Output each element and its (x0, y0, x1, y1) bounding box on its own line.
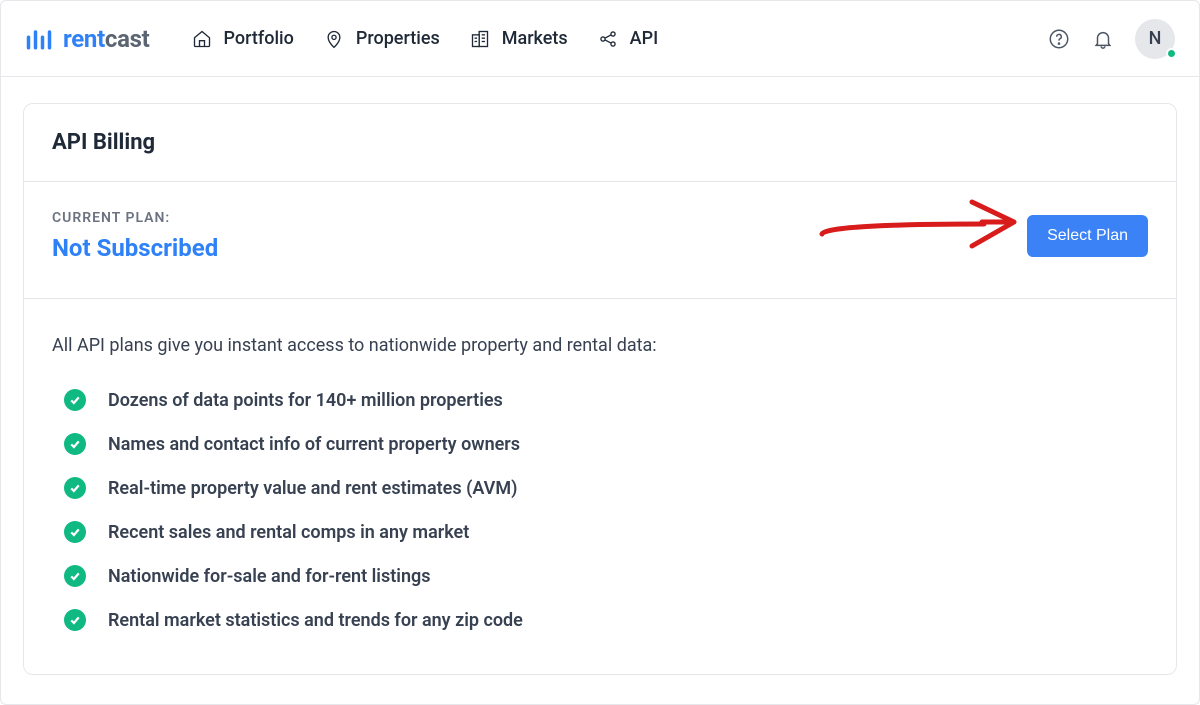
home-icon (192, 29, 212, 49)
feature-text: Dozens of data points for 140+ million p… (108, 390, 503, 411)
feature-list: Dozens of data points for 140+ million p… (24, 378, 1176, 674)
card-title: API Billing (24, 104, 1176, 182)
main-nav: Portfolio Properties Markets API (192, 28, 659, 49)
arrow-annotation-icon (814, 192, 1029, 257)
header-right: N (1047, 19, 1175, 59)
share-icon (598, 29, 618, 49)
feature-text: Rental market statistics and trends for … (108, 610, 523, 631)
nav-api-label: API (630, 28, 659, 49)
list-item: Names and contact info of current proper… (64, 422, 1148, 466)
list-item: Recent sales and rental comps in any mar… (64, 510, 1148, 554)
bell-icon (1092, 28, 1114, 50)
nav-properties[interactable]: Properties (324, 28, 440, 49)
notifications-button[interactable] (1091, 27, 1115, 51)
nav-markets[interactable]: Markets (470, 28, 568, 49)
plan-section: CURRENT PLAN: Not Subscribed Select Plan (24, 182, 1176, 299)
plan-label: CURRENT PLAN: (52, 210, 218, 226)
nav-api[interactable]: API (598, 28, 659, 49)
header: rentcast Portfolio Properties Markets AP… (1, 1, 1199, 77)
check-icon (64, 389, 86, 411)
feature-text: Recent sales and rental comps in any mar… (108, 522, 469, 543)
intro-text: All API plans give you instant access to… (24, 299, 1176, 378)
plan-info: CURRENT PLAN: Not Subscribed (52, 210, 218, 262)
list-item: Dozens of data points for 140+ million p… (64, 378, 1148, 422)
logo[interactable]: rentcast (25, 25, 150, 53)
select-plan-button[interactable]: Select Plan (1027, 215, 1148, 257)
check-icon (64, 609, 86, 631)
check-icon (64, 477, 86, 499)
status-dot-icon (1166, 48, 1177, 59)
logo-icon (25, 25, 53, 53)
help-icon (1048, 28, 1070, 50)
feature-text: Real-time property value and rent estima… (108, 478, 517, 499)
feature-text: Names and contact info of current proper… (108, 434, 520, 455)
pin-icon (324, 29, 344, 49)
billing-card: API Billing CURRENT PLAN: Not Subscribed… (23, 103, 1177, 675)
avatar-wrap: N (1135, 19, 1175, 59)
nav-markets-label: Markets (502, 28, 568, 49)
list-item: Nationwide for-sale and for-rent listing… (64, 554, 1148, 598)
help-button[interactable] (1047, 27, 1071, 51)
list-item: Rental market statistics and trends for … (64, 598, 1148, 642)
plan-name: Not Subscribed (52, 234, 218, 262)
check-icon (64, 433, 86, 455)
buildings-icon (470, 29, 490, 49)
nav-portfolio-label: Portfolio (224, 28, 294, 49)
logo-text: rentcast (63, 25, 150, 53)
avatar-initial: N (1149, 28, 1162, 49)
check-icon (64, 565, 86, 587)
feature-text: Nationwide for-sale and for-rent listing… (108, 566, 431, 587)
nav-properties-label: Properties (356, 28, 440, 49)
check-icon (64, 521, 86, 543)
list-item: Real-time property value and rent estima… (64, 466, 1148, 510)
nav-portfolio[interactable]: Portfolio (192, 28, 294, 49)
